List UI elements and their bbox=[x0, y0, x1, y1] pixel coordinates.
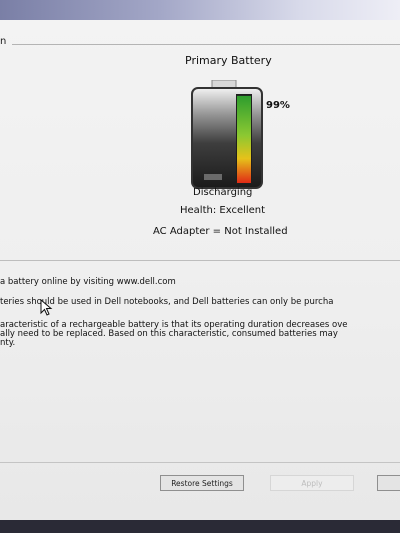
screen-bezel bbox=[0, 520, 400, 533]
battery-icon bbox=[191, 80, 263, 189]
title-bar bbox=[0, 0, 400, 22]
charge-percent: 99% bbox=[266, 100, 290, 111]
info-divider bbox=[0, 260, 400, 261]
header-divider bbox=[12, 44, 400, 45]
battery-label-plate bbox=[204, 174, 222, 180]
section-heading: n bbox=[0, 36, 7, 47]
info-text-line: nty. bbox=[0, 338, 16, 348]
battery-status: Discharging bbox=[193, 187, 253, 198]
ac-adapter-status: AC Adapter = Not Installed bbox=[153, 226, 288, 237]
info-text-line: ally need to be replaced. Based on this … bbox=[0, 329, 338, 339]
battery-terminal bbox=[211, 80, 237, 89]
edge-button[interactable] bbox=[377, 475, 400, 491]
battery-health: Health: Excellent bbox=[180, 205, 266, 216]
mouse-cursor-icon bbox=[40, 299, 53, 316]
charge-fill bbox=[237, 95, 251, 183]
battery-title: Primary Battery bbox=[185, 54, 272, 67]
info-text-line: a battery online by visiting www.dell.co… bbox=[0, 277, 176, 287]
apply-button[interactable]: Apply bbox=[270, 475, 354, 491]
footer-divider bbox=[0, 462, 400, 463]
battery-settings-window: n Primary Battery 99% Discharging Health… bbox=[0, 20, 400, 520]
restore-settings-button[interactable]: Restore Settings bbox=[160, 475, 244, 491]
